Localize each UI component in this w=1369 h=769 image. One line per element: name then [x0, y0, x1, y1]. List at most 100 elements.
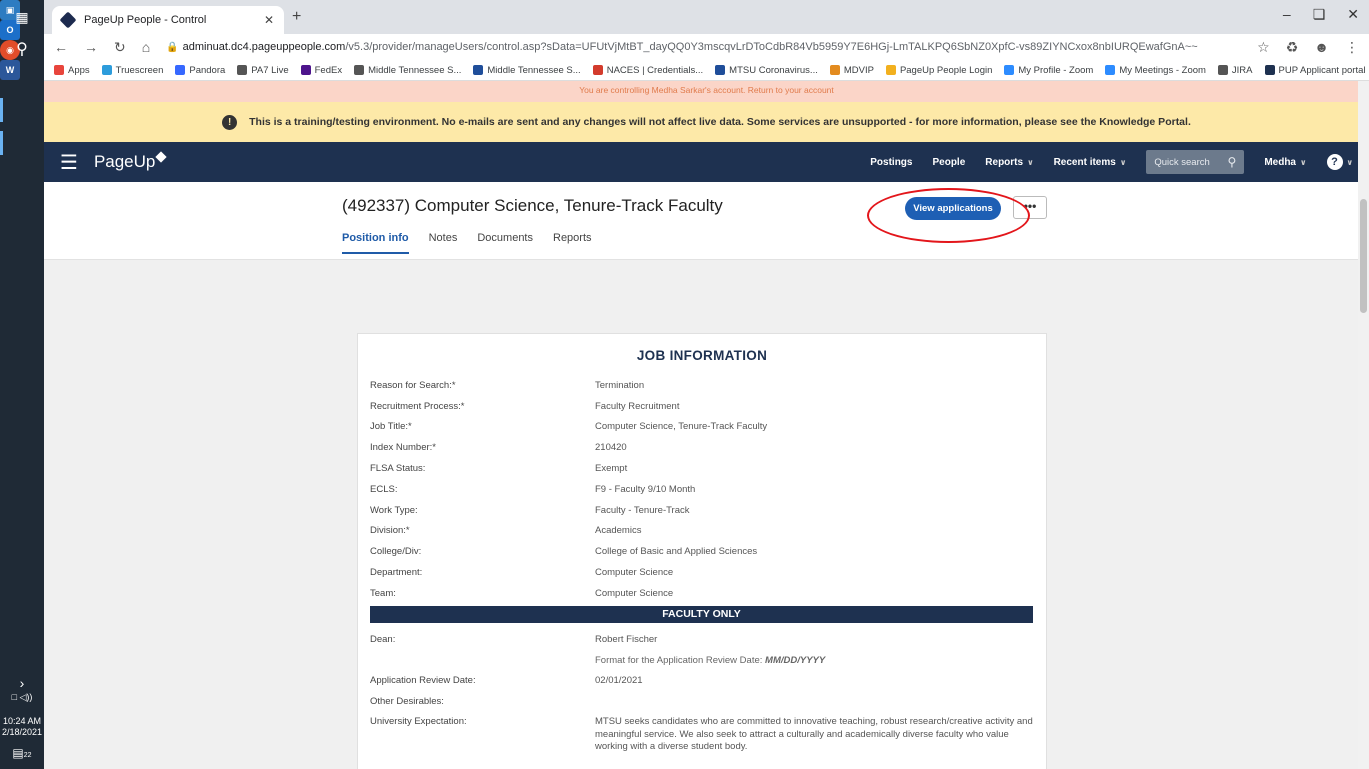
field-row: Dean: Robert Fischer	[358, 629, 1046, 650]
pageup-logo[interactable]: PageUp	[94, 151, 168, 172]
date-format-hint: Format for the Application Review Date: …	[358, 650, 1046, 671]
training-environment-banner: ! This is a training/testing environment…	[44, 102, 1369, 142]
field-label: Work Type:	[370, 504, 418, 516]
tab-reports[interactable]: Reports	[553, 232, 592, 254]
back-icon[interactable]: ←	[54, 39, 68, 55]
bookmark-favicon-icon	[300, 65, 311, 75]
address-bar-row: ← → ↻ ⌂ 🔒 adminuat.dc4.pageuppeople.com/…	[44, 34, 1369, 60]
section-title: JOB INFORMATION	[636, 348, 768, 363]
bookmark-label: FedEx	[314, 64, 343, 76]
windows-taskbar: ▦ ⚲ ▣ O ◉ W › □ ◁)) 10:24 AM 2/18/2021 ▤…	[0, 0, 44, 769]
bookmark-favicon-icon	[473, 65, 484, 75]
bookmark-label: MTSU Coronavirus...	[729, 64, 818, 76]
bookmark-label: JIRA	[1231, 64, 1253, 76]
bookmark-label: My Meetings - Zoom	[1119, 64, 1206, 76]
bookmark-item[interactable]: Pandora	[175, 65, 225, 76]
notification-count: 22	[23, 752, 32, 759]
user-menu[interactable]: Medha ∨	[1264, 157, 1306, 168]
menu-kebab-icon[interactable]: ⋮	[1345, 39, 1359, 56]
bookmark-label: NACES | Credentials...	[606, 64, 704, 76]
minimize-icon[interactable]: –	[1283, 6, 1291, 23]
nav-recent-items[interactable]: Recent items ∨	[1054, 157, 1127, 168]
forward-icon[interactable]: →	[84, 39, 98, 55]
bookmark-item[interactable]: NACES | Credentials...	[592, 64, 704, 76]
bookmark-item[interactable]: MDVIP	[829, 65, 874, 76]
profile-icon[interactable]: ☻	[1314, 39, 1329, 56]
tray-icons[interactable]: □ ◁))	[0, 692, 44, 703]
bookmark-label: Apps	[68, 64, 90, 76]
faculty-only-header: FACULTY ONLY	[370, 605, 1033, 623]
control-account-banner[interactable]: You are controlling Medha Sarkar's accou…	[44, 81, 1369, 102]
restore-icon[interactable]: ❏	[1313, 6, 1326, 23]
bookmark-favicon-icon	[715, 65, 726, 75]
close-tab-icon[interactable]: ✕	[264, 13, 274, 27]
extensions-icon[interactable]: ♻	[1286, 39, 1299, 56]
page-scrollbar[interactable]	[1358, 81, 1369, 769]
new-tab-icon[interactable]: +	[292, 8, 301, 26]
logo-diamond-icon	[155, 151, 168, 163]
bookmark-item[interactable]: Middle Tennessee S...	[354, 65, 461, 76]
browser-tab[interactable]: PageUp People - Control ✕	[52, 6, 284, 34]
job-rows: Reason for Search:* Termination Recruitmen…	[358, 375, 1046, 604]
reload-icon[interactable]: ↻	[114, 39, 126, 56]
field-row: Job Title:* Computer Science, Tenure-Trac…	[358, 417, 1046, 438]
close-window-icon[interactable]: ✕	[1347, 6, 1359, 23]
nav-reports[interactable]: Reports ∨	[985, 157, 1033, 168]
scrollbar-thumb[interactable]	[1360, 199, 1367, 313]
tab-position-info[interactable]: Position info	[342, 232, 409, 254]
windows-start-icon[interactable]: ▦	[8, 6, 36, 28]
nav-postings[interactable]: Postings	[870, 157, 912, 168]
field-label: Department:	[370, 567, 423, 579]
bookmark-item[interactable]: PA7 Live	[237, 64, 289, 76]
bookmark-item[interactable]: PUP Applicant portal	[1264, 65, 1365, 76]
bookmark-favicon-icon	[1105, 65, 1116, 75]
bookmark-favicon-icon	[592, 65, 603, 75]
field-row: Index Number:* 210420	[358, 437, 1046, 458]
page-content: You are controlling Medha Sarkar's accou…	[44, 81, 1369, 769]
home-icon[interactable]: ⌂	[142, 39, 150, 55]
field-label: ECLS:	[370, 483, 398, 495]
search-icon: ⚲	[1227, 155, 1237, 169]
bookmark-item[interactable]: Apps	[54, 65, 90, 76]
bookmark-item[interactable]: Middle Tennessee S...	[473, 65, 581, 76]
warning-icon: !	[222, 114, 238, 130]
help-icon: ?	[1326, 154, 1343, 170]
tab-notes[interactable]: Notes	[429, 232, 458, 254]
bookmark-item[interactable]: Truescreen	[101, 64, 164, 76]
field-value: Faculty - Tenure-Track	[595, 504, 690, 516]
hamburger-menu-icon[interactable]: ☰	[60, 150, 78, 175]
lock-icon[interactable]: 🔒	[166, 42, 178, 53]
tray-expand-icon[interactable]: ›	[0, 676, 44, 690]
field-label: Reason for Search:*	[370, 379, 456, 391]
bookmark-label: Truescreen	[115, 64, 164, 76]
word-icon[interactable]: W	[0, 60, 20, 80]
bookmark-item[interactable]: JIRA	[1217, 64, 1253, 76]
view-applications-button[interactable]: View applications	[905, 197, 1001, 220]
bookmark-item[interactable]: FedEx	[300, 64, 343, 76]
field-label: Index Number:*	[370, 442, 437, 454]
nav-reports-label: Reports	[985, 156, 1024, 168]
bookmark-label: My Profile - Zoom	[1018, 64, 1094, 76]
bookmark-item[interactable]: My Profile - Zoom	[1004, 65, 1093, 76]
url-field[interactable]: adminuat.dc4.pageuppeople.com/v5.3/provi…	[183, 41, 1257, 53]
position-header: (492337) Computer Science, Tenure-Track …	[44, 182, 1369, 260]
clock-date: 2/18/2021	[1, 727, 43, 737]
notification-center-icon[interactable]: ▤22	[0, 747, 44, 761]
search-icon[interactable]: ⚲	[8, 38, 36, 60]
nav-people[interactable]: People	[932, 157, 965, 168]
bookmark-label: PA7 Live	[251, 64, 289, 76]
quick-search-input[interactable]: Quick search ⚲	[1146, 150, 1245, 174]
field-label: University Expectation:	[370, 716, 467, 728]
field-label: Application Review Date:	[370, 675, 476, 687]
tab-documents[interactable]: Documents	[477, 232, 533, 254]
system-clock[interactable]: 10:24 AM 2/18/2021	[0, 716, 44, 738]
field-row: College/Div: College of Basic and Applied…	[358, 541, 1046, 562]
bookmark-item[interactable]: MTSU Coronavirus...	[715, 65, 818, 76]
chevron-down-icon: ∨	[1027, 157, 1034, 167]
bookmark-favicon-icon	[885, 65, 896, 75]
help-menu[interactable]: ? ∨	[1326, 154, 1353, 170]
more-actions-button[interactable]: •••	[1013, 196, 1047, 219]
bookmark-star-icon[interactable]: ☆	[1257, 39, 1270, 56]
bookmark-item[interactable]: My Meetings - Zoom	[1105, 65, 1206, 76]
bookmark-item[interactable]: PageUp People Login	[885, 65, 992, 76]
